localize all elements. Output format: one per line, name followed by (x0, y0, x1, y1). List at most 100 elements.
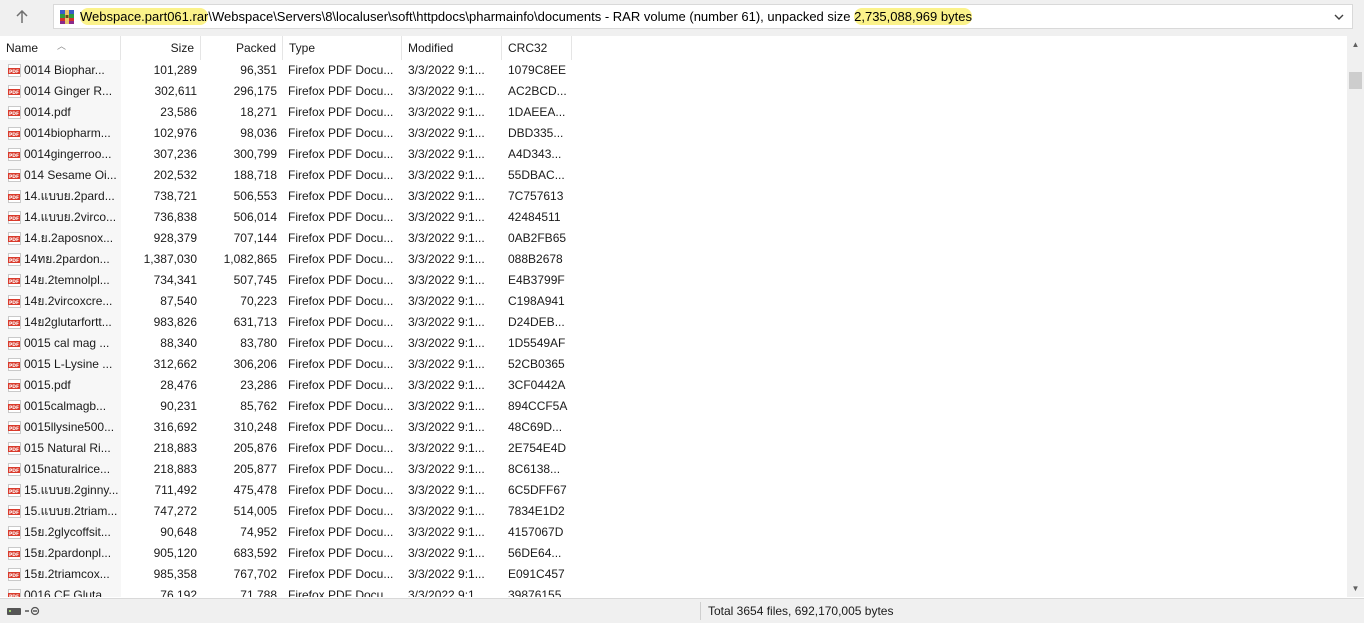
file-row[interactable]: PDF 0015llysine500... 316,692 310,248 Firefo… (0, 417, 1347, 438)
column-header-name-label: Name (6, 41, 39, 55)
file-row[interactable]: PDF 15ย.2pardonpl... 905,120 683,592 Firefox… (0, 543, 1347, 564)
file-row[interactable]: PDF 15ย.2triamcox... 985,358 767,702 Firefox… (0, 564, 1347, 585)
file-size: 307,236 (153, 147, 197, 161)
file-modified: 3/3/2022 9:1... (408, 336, 485, 350)
vertical-scrollbar[interactable]: ▲ ▼ (1347, 36, 1364, 597)
file-modified: 3/3/2022 9:1... (408, 189, 485, 203)
scroll-down-arrow-icon[interactable]: ▼ (1347, 580, 1364, 597)
file-row[interactable]: PDF 0015 L-Lysine ... 312,662 306,206 Firefo… (0, 354, 1347, 375)
file-row[interactable]: PDF 0014 Biophar... 101,289 96,351 Firefox P… (0, 60, 1347, 81)
file-row[interactable]: PDF 14ย.2vircoxcre... 87,540 70,223 Firefox … (0, 291, 1347, 312)
scrollbar-thumb[interactable] (1349, 72, 1362, 89)
file-name-cell[interactable]: PDF 15.แบบย.2triam... (6, 501, 121, 522)
column-header-packed[interactable]: Packed (201, 36, 283, 60)
file-name-cell[interactable]: PDF 015naturalrice... (6, 459, 121, 480)
file-size: 23,586 (160, 105, 197, 119)
file-size: 983,826 (153, 315, 197, 329)
svg-text:PDF: PDF (9, 153, 19, 159)
file-row[interactable]: PDF 15.แบบย.2ginny... 711,492 475,478 Firefo… (0, 480, 1347, 501)
column-header-type[interactable]: Type (283, 36, 402, 60)
file-list: Name ︿ Size Packed Type Modified CRC32 P… (0, 36, 1347, 597)
file-name-cell[interactable]: PDF 0015.pdf (6, 375, 121, 396)
file-name-cell[interactable]: PDF 15.แบบย.2ginny... (6, 480, 121, 501)
file-name-cell[interactable]: PDF 15ย.2glycoffsit... (6, 522, 121, 543)
file-name-cell[interactable]: PDF 0014 Biophar... (6, 60, 121, 81)
file-name-cell[interactable]: PDF 0014gingerroo... (6, 144, 121, 165)
file-row[interactable]: PDF 14.แบบย.2pard... 738,721 506,553 Firefox… (0, 186, 1347, 207)
file-name-cell[interactable]: PDF 14.แบบย.2pard... (6, 186, 121, 207)
file-crc32: 088B2678 (508, 252, 563, 266)
file-row[interactable]: PDF 0014gingerroo... 307,236 300,799 Firefox… (0, 144, 1347, 165)
file-packed-size: 96,351 (240, 63, 277, 77)
file-name-cell[interactable]: PDF 0015 cal mag ... (6, 333, 121, 354)
svg-text:PDF: PDF (9, 132, 19, 138)
file-type: Firefox PDF Docu... (288, 168, 394, 182)
column-header-name[interactable]: Name ︿ (0, 36, 121, 60)
svg-text:PDF: PDF (9, 111, 19, 117)
file-name-cell[interactable]: PDF 0015 L-Lysine ... (6, 354, 121, 375)
pdf-file-icon: PDF (8, 547, 21, 560)
pdf-file-icon: PDF (8, 337, 21, 350)
file-row[interactable]: PDF 14.แบบย.2virco... 736,838 506,014 Firefo… (0, 207, 1347, 228)
file-name-cell[interactable]: PDF 14ย.2temnolpl... (6, 270, 121, 291)
file-row[interactable]: PDF 15.แบบย.2triam... 747,272 514,005 Firefo… (0, 501, 1347, 522)
svg-text:PDF: PDF (9, 342, 19, 348)
file-row[interactable]: PDF 14.ย.2aposnox... 928,379 707,144 Firefox… (0, 228, 1347, 249)
file-row[interactable]: PDF 014 Sesame Oi... 202,532 188,718 Firefox… (0, 165, 1347, 186)
file-name-cell[interactable]: PDF 14.ย.2aposnox... (6, 228, 121, 249)
file-name-cell[interactable]: PDF 14ย.2vircoxcre... (6, 291, 121, 312)
scroll-up-arrow-icon[interactable]: ▲ (1347, 36, 1364, 53)
file-modified: 3/3/2022 9:1... (408, 399, 485, 413)
file-name-cell[interactable]: PDF 0016 CF Gluta... (6, 585, 121, 597)
file-name-cell[interactable]: PDF 14ทย.2pardon... (6, 249, 121, 270)
file-crc32: 1DAEEA... (508, 105, 566, 119)
svg-text:PDF: PDF (9, 489, 19, 495)
file-packed-size: 83,780 (240, 336, 277, 350)
up-folder-button[interactable] (10, 5, 34, 29)
file-row[interactable]: PDF 14ย2glutarfortt... 983,826 631,713 Firef… (0, 312, 1347, 333)
file-row[interactable]: PDF 0014.pdf 23,586 18,271 Firefox PDF Docu.… (0, 102, 1347, 123)
file-row[interactable]: PDF 015 Natural Ri... 218,883 205,876 Firefo… (0, 438, 1347, 459)
file-name-cell[interactable]: PDF 015 Natural Ri... (6, 438, 121, 459)
file-name-cell[interactable]: PDF 15ย.2pardonpl... (6, 543, 121, 564)
file-packed-size: 506,014 (233, 210, 277, 224)
file-name-cell[interactable]: PDF 0014.pdf (6, 102, 121, 123)
file-type: Firefox PDF Docu... (288, 294, 394, 308)
file-size: 28,476 (160, 378, 197, 392)
file-name: 0015.pdf (24, 378, 71, 392)
file-row[interactable]: PDF 0015calmagb... 90,231 85,762 Firefox PDF… (0, 396, 1347, 417)
file-name-cell[interactable]: PDF 0014 Ginger R... (6, 81, 121, 102)
svg-text:PDF: PDF (9, 405, 19, 411)
file-name-cell[interactable]: PDF 0015llysine500... (6, 417, 121, 438)
file-name-cell[interactable]: PDF 0015calmagb... (6, 396, 121, 417)
file-name-cell[interactable]: PDF 15ย.2triamcox... (6, 564, 121, 585)
address-field[interactable]: Webspace.part061.rar\Webspace\Servers\8\… (53, 4, 1353, 29)
column-header-modified[interactable]: Modified (402, 36, 502, 60)
file-crc32: 55DBAC... (508, 168, 565, 182)
file-row[interactable]: PDF 14ทย.2pardon... 1,387,030 1,082,865 Fire… (0, 249, 1347, 270)
file-type: Firefox PDF Docu... (288, 231, 394, 245)
file-modified: 3/3/2022 9:1... (408, 525, 485, 539)
column-header-size[interactable]: Size (121, 36, 201, 60)
file-size: 312,662 (153, 357, 197, 371)
file-name-cell[interactable]: PDF 14.แบบย.2virco... (6, 207, 121, 228)
column-header-crc32[interactable]: CRC32 (502, 36, 572, 60)
file-row[interactable]: PDF 0014biopharm... 102,976 98,036 Firefox P… (0, 123, 1347, 144)
file-row[interactable]: PDF 14ย.2temnolpl... 734,341 507,745 Firefox… (0, 270, 1347, 291)
file-row[interactable]: PDF 0014 Ginger R... 302,611 296,175 Firefox… (0, 81, 1347, 102)
arrow-up-icon (16, 10, 28, 23)
file-crc32: 1079C8EE (508, 63, 567, 77)
file-row[interactable]: PDF 015naturalrice... 218,883 205,877 Firefo… (0, 459, 1347, 480)
file-row[interactable]: PDF 15ย.2glycoffsit... 90,648 74,952 Firefox… (0, 522, 1347, 543)
file-modified: 3/3/2022 9:1... (408, 588, 485, 597)
file-name-cell[interactable]: PDF 14ย2glutarfortt... (6, 312, 121, 333)
file-modified: 3/3/2022 9:1... (408, 483, 485, 497)
list-header: Name ︿ Size Packed Type Modified CRC32 (0, 36, 1347, 60)
file-row[interactable]: PDF 0015 cal mag ... 88,340 83,780 Firefox P… (0, 333, 1347, 354)
chevron-down-icon[interactable] (1332, 10, 1346, 24)
file-name-cell[interactable]: PDF 014 Sesame Oi... (6, 165, 121, 186)
file-row[interactable]: PDF 0016 CF Gluta... 76,192 71,788 Firefox P… (0, 585, 1347, 597)
file-name-cell[interactable]: PDF 0014biopharm... (6, 123, 121, 144)
file-name: 0015llysine500... (24, 420, 115, 434)
file-row[interactable]: PDF 0015.pdf 28,476 23,286 Firefox PDF Docu.… (0, 375, 1347, 396)
